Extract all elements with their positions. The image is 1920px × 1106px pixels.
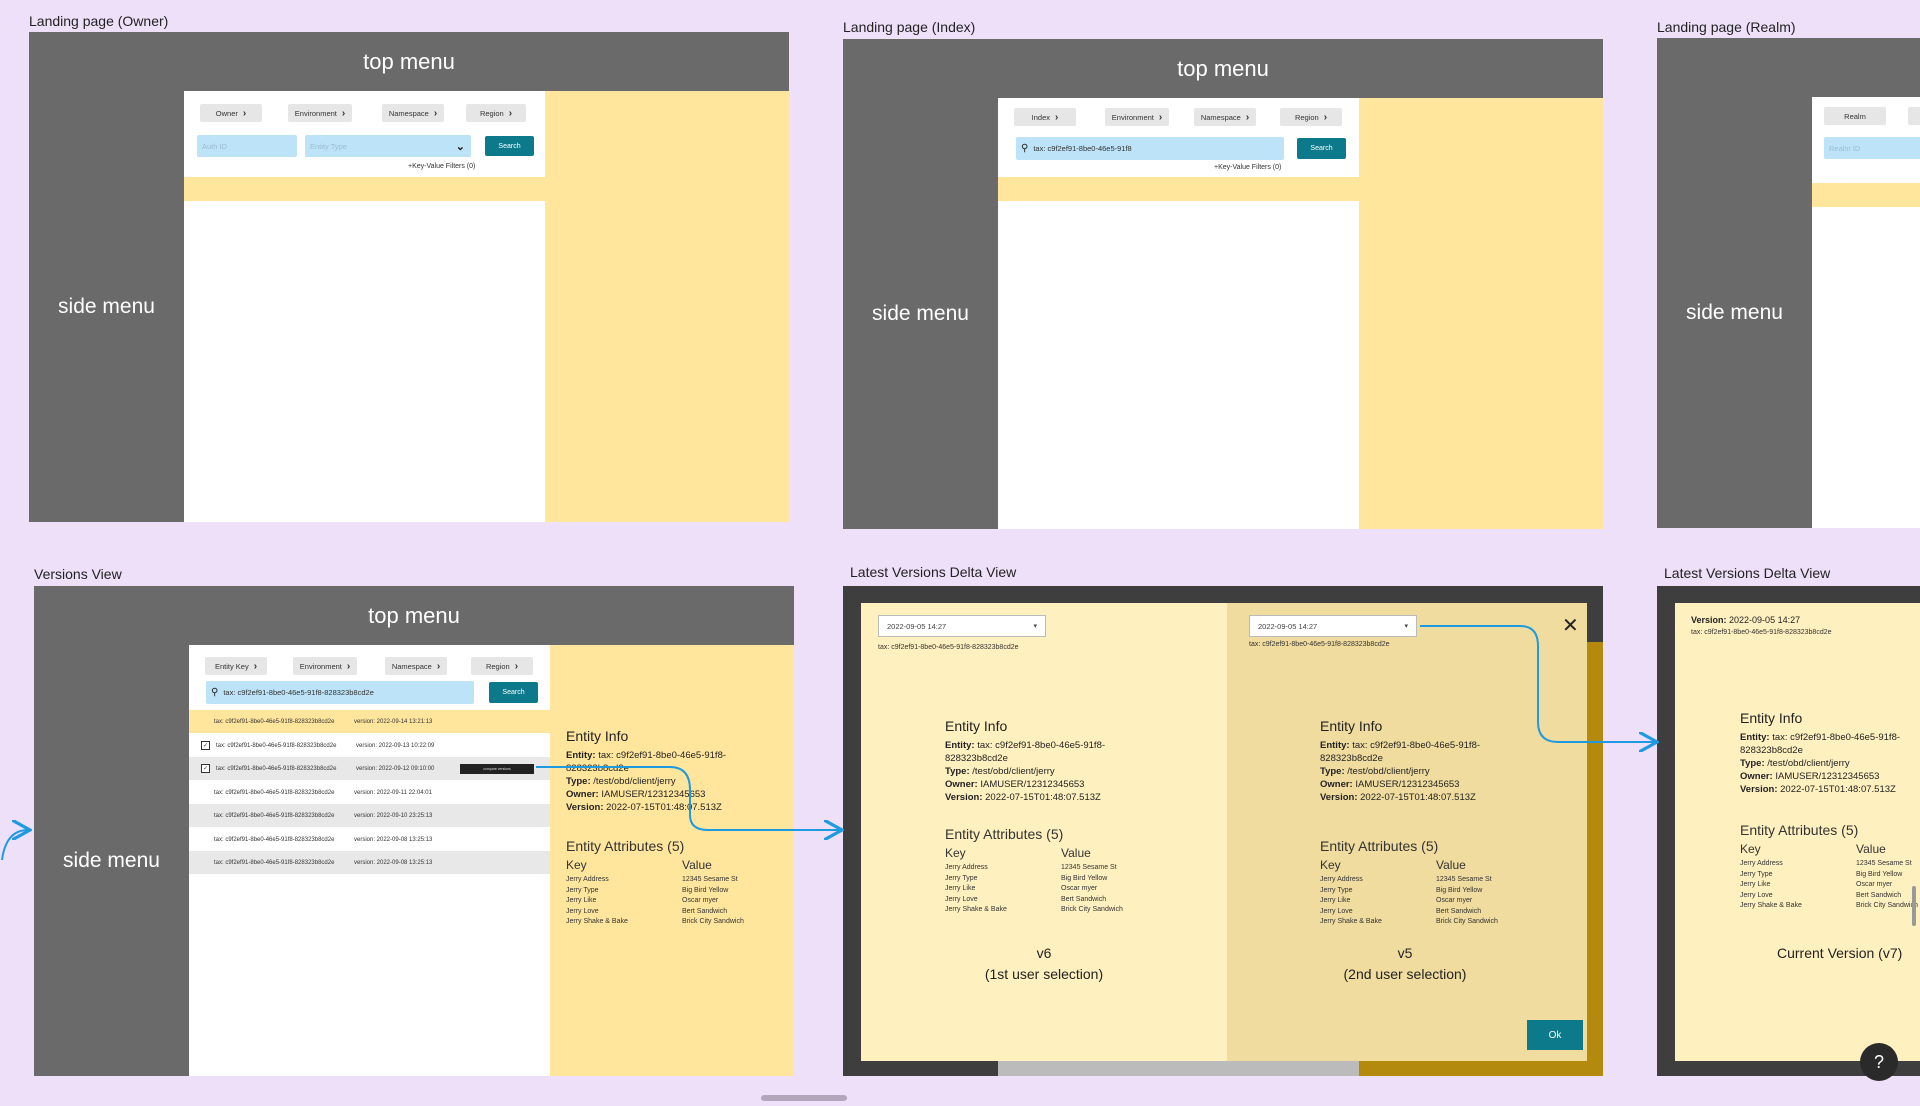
- flow-arrow-versions-to-delta: [536, 766, 840, 830]
- flow-connectors: [1, 625, 1920, 861]
- flow-arrow-incoming: [1, 830, 28, 861]
- help-icon: ?: [1873, 1051, 1884, 1072]
- canvas-scroll-indicator[interactable]: [761, 1095, 847, 1101]
- help-button[interactable]: ?: [1860, 1043, 1898, 1081]
- flow-arrow-delta-to-current: [1420, 625, 1655, 742]
